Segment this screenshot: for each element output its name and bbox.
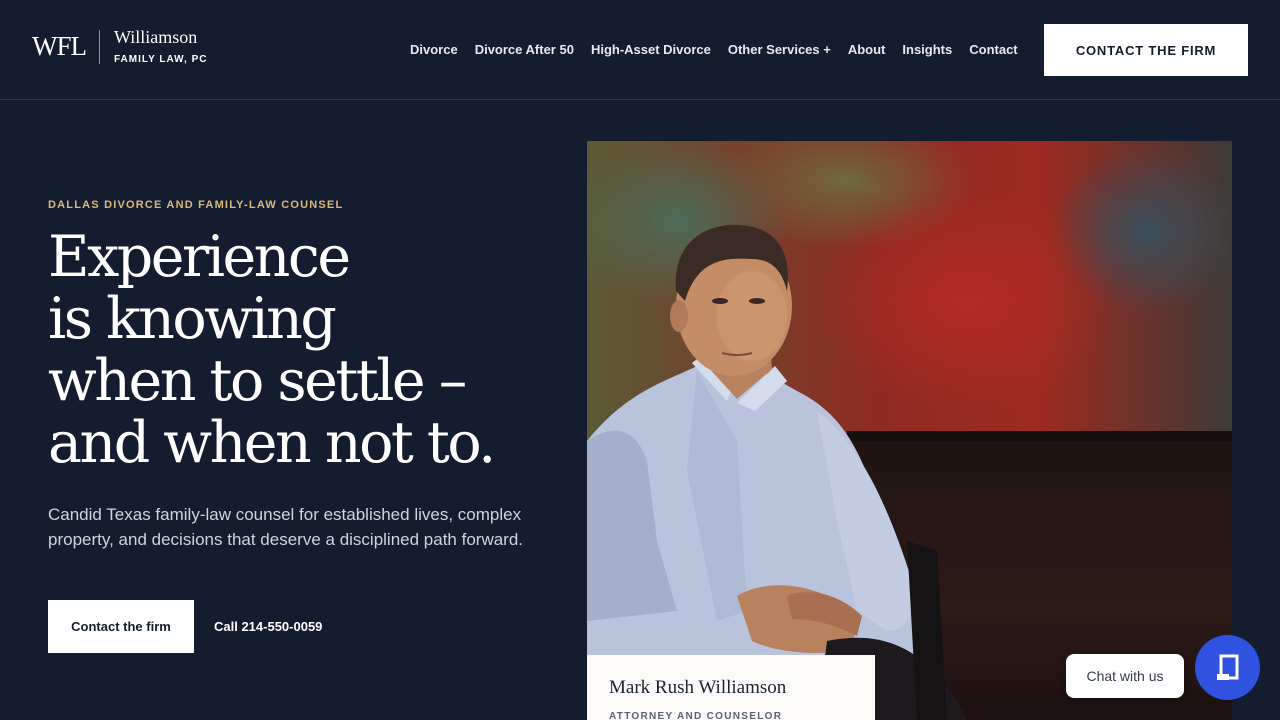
contact-firm-primary-button[interactable]: Contact the firm bbox=[48, 600, 194, 653]
logo-mark: WFL bbox=[32, 31, 87, 61]
attorney-figure bbox=[587, 224, 967, 720]
chat-launcher-button[interactable] bbox=[1195, 635, 1260, 700]
attorney-portrait bbox=[587, 141, 1232, 720]
chat-icon bbox=[1216, 654, 1238, 680]
contact-firm-button[interactable]: CONTACT THE FIRM bbox=[1044, 24, 1248, 76]
headline-line: is knowing bbox=[48, 286, 337, 352]
nav-other-services[interactable]: Other Services + bbox=[728, 42, 831, 57]
headline-line: when to settle – bbox=[48, 348, 467, 414]
site-header: WFL Williamson FAMILY LAW, PC Divorce Di… bbox=[0, 0, 1280, 100]
nav-about[interactable]: About bbox=[848, 42, 886, 57]
nav-divorce-after-50[interactable]: Divorce After 50 bbox=[475, 42, 574, 57]
attorney-role: ATTORNEY AND COUNSELOR bbox=[609, 711, 783, 720]
logo-text: Williamson FAMILY LAW, PC bbox=[114, 28, 207, 65]
hero-lede: Candid Texas family-law counsel for esta… bbox=[48, 505, 524, 549]
attorney-name: Mark Rush Williamson bbox=[609, 677, 787, 698]
chat-prompt[interactable]: Chat with us bbox=[1066, 654, 1184, 698]
hero-eyebrow: DALLAS DIVORCE AND FAMILY-LAW COUNSEL bbox=[48, 199, 344, 211]
logo-name: Williamson bbox=[114, 27, 198, 47]
logo[interactable]: WFL Williamson FAMILY LAW, PC bbox=[32, 28, 207, 65]
nav-insights[interactable]: Insights bbox=[902, 42, 952, 57]
logo-divider bbox=[99, 29, 100, 64]
call-phone-link[interactable]: Call 214-550-0059 bbox=[214, 619, 322, 634]
nav-contact[interactable]: Contact bbox=[969, 42, 1017, 57]
nav-high-asset-divorce[interactable]: High-Asset Divorce bbox=[591, 42, 711, 57]
nav-divorce[interactable]: Divorce bbox=[410, 42, 458, 57]
headline-line: Experience bbox=[48, 224, 351, 290]
main-nav: Divorce Divorce After 50 High-Asset Divo… bbox=[410, 42, 1018, 57]
logo-subtitle: FAMILY LAW, PC bbox=[114, 54, 208, 65]
headline-line: and when not to. bbox=[48, 410, 496, 476]
hero-headline: Experience is knowing when to settle – a… bbox=[48, 226, 568, 474]
portrait-caption: Mark Rush Williamson ATTORNEY AND COUNSE… bbox=[587, 655, 875, 720]
